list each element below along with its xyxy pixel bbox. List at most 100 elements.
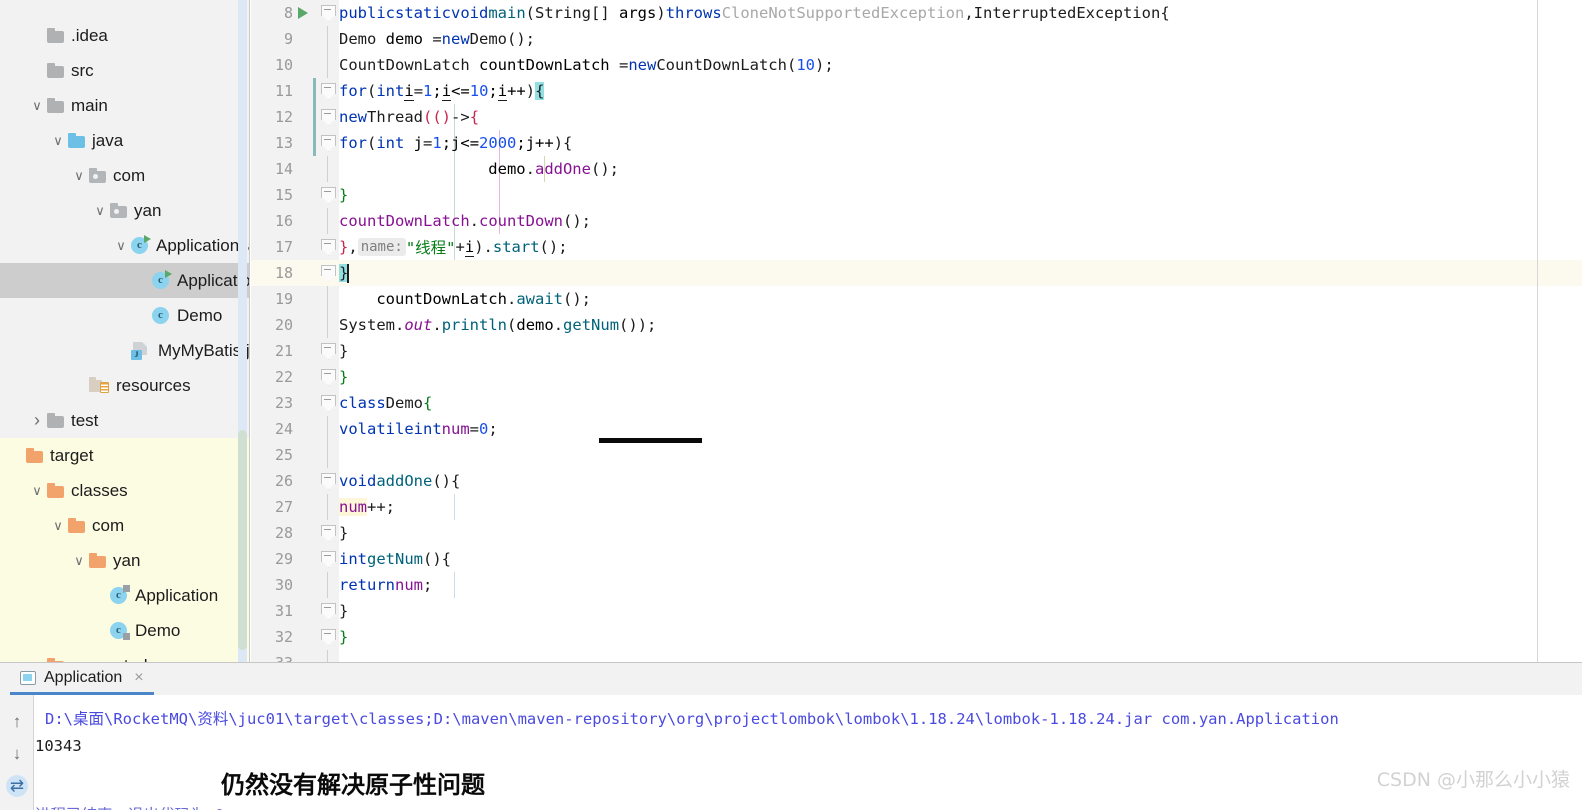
code-line-18[interactable]: 18 } [251, 260, 1582, 286]
code-line-26[interactable]: 26 void addOne() { [251, 468, 1582, 494]
project-tree[interactable]: .ideasrcmainjavacomyancApplication.javac… [0, 0, 249, 662]
chevron-down-icon[interactable] [111, 238, 131, 254]
editor-gutter[interactable]: 12 [251, 104, 339, 130]
code-line-17[interactable]: 17 }, name: "线程" + i). start (); [251, 234, 1582, 260]
tree-item-resources[interactable]: resources [0, 368, 249, 403]
editor-gutter[interactable]: 33 [251, 650, 339, 662]
code-fold-icon[interactable] [321, 473, 336, 489]
code-fold-icon[interactable] [321, 83, 336, 99]
tree-item-classes[interactable]: classes [0, 473, 249, 508]
code-fold-icon[interactable] [321, 395, 336, 411]
code-fold-icon[interactable] [321, 187, 336, 203]
tree-item-main[interactable]: main [0, 88, 249, 123]
editor-gutter[interactable]: 31 [251, 598, 339, 624]
chevron-right-icon[interactable] [27, 410, 47, 431]
scroll-down-icon[interactable]: ↓ [6, 743, 28, 765]
editor-gutter[interactable]: 21 [251, 338, 339, 364]
run-console-panel[interactable]: Application × ↑ ↓ ⇄ D:\桌面\RocketMQ\资料\ju… [0, 662, 1582, 810]
code-line-25[interactable]: 25 [251, 442, 1582, 468]
tree-item-generated-sources[interactable]: generated-sources [0, 648, 249, 662]
chevron-down-icon[interactable] [27, 483, 47, 499]
code-line-29[interactable]: 29 int getNum(){ [251, 546, 1582, 572]
code-line-19[interactable]: 19 countDownLatch. await (); [251, 286, 1582, 312]
code-editor[interactable]: 8 public static void main(String[] args) … [251, 0, 1582, 662]
editor-gutter[interactable]: 9 [251, 26, 339, 52]
code-line-20[interactable]: 20 System. out. println(demo. getNum ()); [251, 312, 1582, 338]
editor-gutter[interactable]: 29 [251, 546, 339, 572]
code-fold-icon[interactable] [321, 629, 336, 645]
code-line-22[interactable]: 22} [251, 364, 1582, 390]
tree-item-yan[interactable]: yan [0, 193, 249, 228]
code-line-16[interactable]: 16 countDownLatch. countDown (); [251, 208, 1582, 234]
editor-gutter[interactable]: 11 [251, 78, 339, 104]
code-fold-icon[interactable] [321, 265, 336, 281]
console-output[interactable]: D:\桌面\RocketMQ\资料\juc01\target\classes;D… [35, 695, 1582, 810]
editor-gutter[interactable]: 26 [251, 468, 339, 494]
editor-gutter[interactable]: 32 [251, 624, 339, 650]
code-line-32[interactable]: 32} [251, 624, 1582, 650]
editor-gutter[interactable]: 28 [251, 520, 339, 546]
tree-item-yan[interactable]: yan [0, 543, 249, 578]
code-fold-icon[interactable] [321, 135, 336, 151]
code-fold-icon[interactable] [321, 603, 336, 619]
tree-item-com[interactable]: com [0, 158, 249, 193]
code-line-11[interactable]: 11 for (int i = 1; i <= 10; i ++){ [251, 78, 1582, 104]
code-line-10[interactable]: 10 CountDownLatch countDownLatch = new C… [251, 52, 1582, 78]
tree-item-test[interactable]: test [0, 403, 249, 438]
editor-gutter[interactable]: 20 [251, 312, 339, 338]
console-toolbar[interactable]: ↑ ↓ ⇄ [0, 695, 34, 810]
code-line-33[interactable]: 33 [251, 650, 1582, 662]
code-line-30[interactable]: 30 return num; [251, 572, 1582, 598]
close-icon[interactable]: × [134, 669, 143, 687]
editor-gutter[interactable]: 25 [251, 442, 339, 468]
editor-gutter[interactable]: 27 [251, 494, 339, 520]
editor-gutter[interactable]: 17 [251, 234, 339, 260]
code-line-23[interactable]: 23 class Demo{ [251, 390, 1582, 416]
tree-item-mymybatis-java[interactable]: J MyMyBatis.java [0, 333, 249, 368]
code-line-12[interactable]: 12 new Thread(() ->{ [251, 104, 1582, 130]
editor-gutter[interactable]: 10 [251, 52, 339, 78]
editor-gutter[interactable]: 22 [251, 364, 339, 390]
project-tree-panel[interactable]: .ideasrcmainjavacomyancApplication.javac… [0, 0, 250, 662]
editor-gutter[interactable]: 14 [251, 156, 339, 182]
chevron-down-icon[interactable] [48, 518, 68, 534]
code-line-13[interactable]: 13 for (int j = 1 ;j<= 2000 ;j++){ [251, 130, 1582, 156]
editor-gutter[interactable]: 8 [251, 0, 339, 26]
code-fold-icon[interactable] [321, 5, 336, 21]
tree-item-demo[interactable]: c Demo [0, 298, 249, 333]
chevron-down-icon[interactable] [48, 133, 68, 149]
code-line-9[interactable]: 9 Demo demo = new Demo (); [251, 26, 1582, 52]
editor-gutter[interactable]: 13 [251, 130, 339, 156]
code-line-21[interactable]: 21 } [251, 338, 1582, 364]
code-line-24[interactable]: 24 volatile int num = 0; [251, 416, 1582, 442]
code-line-14[interactable]: 14 demo. addOne (); [251, 156, 1582, 182]
editor-gutter[interactable]: 19 [251, 286, 339, 312]
run-gutter-icon[interactable] [298, 7, 308, 19]
tree-item-demo[interactable]: c Demo [0, 613, 249, 648]
chevron-down-icon[interactable] [69, 553, 89, 569]
tree-item-idea[interactable]: .idea [0, 18, 249, 53]
code-line-27[interactable]: 27 num ++; [251, 494, 1582, 520]
code-fold-icon[interactable] [321, 239, 336, 255]
code-line-31[interactable]: 31 } [251, 598, 1582, 624]
tree-item-target[interactable]: target [0, 438, 249, 473]
code-fold-icon[interactable] [321, 551, 336, 567]
code-fold-icon[interactable] [321, 525, 336, 541]
code-line-8[interactable]: 8 public static void main(String[] args) … [251, 0, 1582, 26]
code-line-15[interactable]: 15 } [251, 182, 1582, 208]
tree-item-java[interactable]: java [0, 123, 249, 158]
code-fold-icon[interactable] [321, 343, 336, 359]
editor-gutter[interactable]: 16 [251, 208, 339, 234]
tab-application[interactable]: Application × [10, 663, 154, 695]
scroll-up-icon[interactable]: ↑ [6, 711, 28, 733]
chevron-down-icon[interactable] [90, 203, 110, 219]
tree-item-src[interactable]: src [0, 53, 249, 88]
code-fold-icon[interactable] [321, 109, 336, 125]
soft-wrap-icon[interactable]: ⇄ [6, 775, 28, 797]
code-line-28[interactable]: 28 } [251, 520, 1582, 546]
tree-item-application-java[interactable]: c Application.java [0, 228, 249, 263]
tree-item-application[interactable]: cApplication [0, 263, 249, 298]
chevron-down-icon[interactable] [69, 168, 89, 184]
code-lines[interactable]: 8 public static void main(String[] args) … [251, 0, 1582, 662]
editor-gutter[interactable]: 15 [251, 182, 339, 208]
